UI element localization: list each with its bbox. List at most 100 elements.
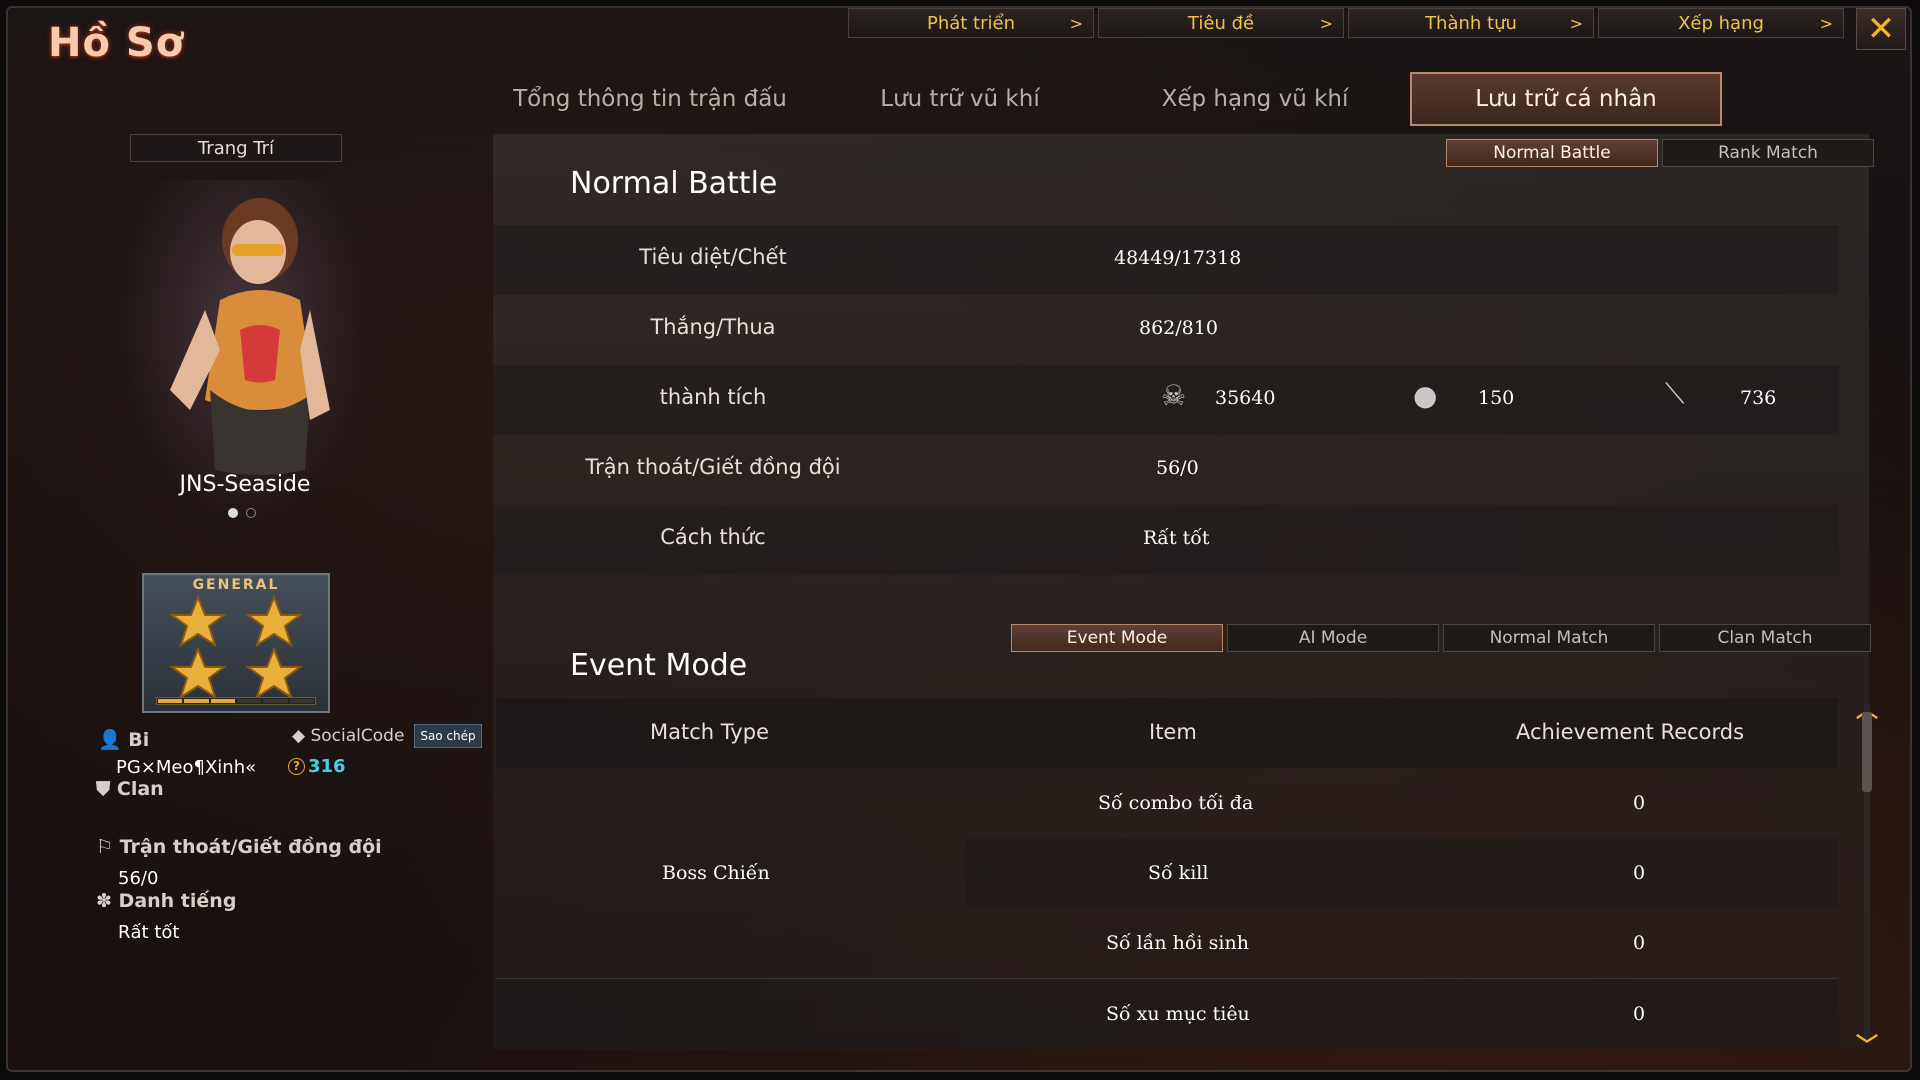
achievement-grenades: 150 bbox=[1478, 387, 1515, 409]
table-row: Số lần hồi sinh 0 bbox=[496, 908, 1838, 978]
clan-label-text: Clan bbox=[116, 778, 164, 800]
rank-stars-icon bbox=[171, 596, 301, 698]
table-cell-record: 0 bbox=[1633, 932, 1646, 954]
top-tab-bar: Phát triển > Tiêu đề > Thành tựu > Xếp h… bbox=[848, 8, 1844, 38]
tab-event-mode[interactable]: Event Mode bbox=[1011, 624, 1223, 652]
window-title: Hồ Sơ bbox=[48, 20, 185, 66]
copy-button[interactable]: Sao chép bbox=[414, 724, 482, 748]
player-name: PG×Meo¶Xinh« bbox=[116, 757, 257, 778]
stat-label: Tiêu diệt/Chết bbox=[639, 245, 787, 269]
stat-row: Cách thức Rất tốt bbox=[493, 505, 1839, 575]
event-table-header: Match Type Item Achievement Records bbox=[496, 698, 1838, 768]
table-cell-item: Số kill bbox=[1148, 862, 1209, 884]
stat-row: Tiêu diệt/Chết 48449/17318 bbox=[493, 225, 1839, 295]
tab-titles[interactable]: Tiêu đề > bbox=[1098, 8, 1344, 38]
tab-development[interactable]: Phát triển > bbox=[848, 8, 1094, 38]
tab-personal-storage[interactable]: Lưu trữ cá nhân bbox=[1410, 72, 1722, 126]
rank-progress-segment bbox=[263, 699, 288, 703]
rank-progress-segment bbox=[289, 699, 314, 703]
stat-label: Cách thức bbox=[660, 525, 766, 549]
tab-rank-match[interactable]: Rank Match bbox=[1662, 139, 1874, 167]
row-shade bbox=[966, 838, 1838, 908]
rank-badge: GENERAL bbox=[142, 573, 330, 713]
reputation-value: Rất tốt bbox=[118, 922, 180, 943]
stat-label: Thắng/Thua bbox=[650, 315, 776, 339]
stat-value: 56/0 bbox=[1156, 457, 1199, 479]
player-label: 👤 Bi bbox=[98, 728, 149, 751]
table-cell-record: 0 bbox=[1633, 792, 1646, 814]
character-name: JNS-Seaside bbox=[179, 472, 311, 497]
tab-clan-match[interactable]: Clan Match bbox=[1659, 624, 1871, 652]
main-tab-bar: Tổng thông tin trận đấu Lưu trữ vũ khí X… bbox=[480, 72, 1722, 126]
reputation-label: ✽ Danh tiếng bbox=[96, 890, 236, 912]
tab-ranking-label: Xếp hạng bbox=[1678, 12, 1764, 34]
table-row: Boss Chiến Số kill 0 bbox=[496, 838, 1838, 908]
chevron-right-icon: > bbox=[1819, 13, 1833, 33]
skin-pager bbox=[228, 508, 256, 518]
table-cell-item: Số xu mục tiêu bbox=[1106, 1003, 1250, 1025]
table-row: Số combo tối đa 0 bbox=[496, 768, 1838, 838]
escape-label-text: Trận thoát/Giết đồng đội bbox=[119, 836, 382, 858]
close-button[interactable]: ✕ bbox=[1856, 8, 1906, 50]
tab-titles-label: Tiêu đề bbox=[1187, 12, 1255, 34]
stat-row: Trận thoát/Giết đồng đội 56/0 bbox=[493, 435, 1839, 505]
pager-dot-active[interactable] bbox=[228, 508, 238, 518]
clan-label: ⛊ Clan bbox=[96, 778, 164, 800]
tab-battle-summary[interactable]: Tổng thông tin trận đấu bbox=[480, 72, 820, 126]
tab-weapon-ranking[interactable]: Xếp hạng vũ khí bbox=[1100, 72, 1410, 126]
table-cell-item: Số combo tối đa bbox=[1098, 792, 1254, 814]
tab-normal-battle[interactable]: Normal Battle bbox=[1446, 139, 1658, 167]
escape-label: ⚐ Trận thoát/Giết đồng đội bbox=[96, 836, 382, 858]
stat-row: thành tích ☠ 35640 ● 150 ⟍ 736 bbox=[493, 365, 1839, 435]
decoration-button[interactable]: Trang Trí bbox=[130, 134, 342, 162]
escape-value: 56/0 bbox=[118, 868, 159, 889]
table-cell-record: 0 bbox=[1633, 1003, 1646, 1025]
column-header-achievement-records: Achievement Records bbox=[1516, 720, 1745, 744]
clan-icon: ⛊ bbox=[96, 778, 111, 800]
table-cell-record: 0 bbox=[1633, 862, 1646, 884]
coin-value: 316 bbox=[308, 756, 346, 777]
tab-normal-match[interactable]: Normal Match bbox=[1443, 624, 1655, 652]
knife-icon: ⟍ bbox=[1665, 377, 1685, 410]
tab-ranking[interactable]: Xếp hạng > bbox=[1598, 8, 1844, 38]
social-code-text: SocialCode bbox=[310, 726, 405, 746]
column-header-match-type: Match Type bbox=[650, 720, 769, 744]
rank-progress-segment bbox=[236, 699, 262, 703]
tab-development-label: Phát triển bbox=[926, 12, 1015, 34]
stat-value: 48449/17318 bbox=[1114, 247, 1242, 269]
rank-progress-segment bbox=[210, 699, 235, 703]
social-code-label: ◆ SocialCode bbox=[292, 726, 404, 746]
table-cell-match-type: Boss Chiến bbox=[662, 862, 770, 884]
player-label-text: Bi bbox=[128, 729, 150, 751]
stat-label: thành tích bbox=[659, 385, 767, 409]
stat-label: Trận thoát/Giết đồng đội bbox=[585, 455, 841, 479]
scroll-down-icon[interactable]: ﹀ bbox=[1856, 1028, 1878, 1060]
coin-balance: ? 316 bbox=[288, 756, 346, 777]
tab-ai-mode[interactable]: AI Mode bbox=[1227, 624, 1439, 652]
rank-progress-segment bbox=[184, 699, 209, 703]
user-icon: 👤 bbox=[98, 729, 122, 751]
achievement-kills: 35640 bbox=[1215, 387, 1276, 409]
rank-progress-bar bbox=[156, 697, 316, 705]
tab-weapon-storage[interactable]: Lưu trữ vũ khí bbox=[820, 72, 1100, 126]
coin-icon: ? bbox=[288, 758, 305, 775]
rank-title: GENERAL bbox=[192, 577, 280, 593]
table-cell-item: Số lần hồi sinh bbox=[1106, 932, 1249, 954]
skull-crossbones-icon: ☠ bbox=[1161, 379, 1187, 412]
chevron-right-icon: > bbox=[1319, 13, 1333, 33]
tab-achievements[interactable]: Thành tựu > bbox=[1348, 8, 1594, 38]
column-header-item: Item bbox=[1149, 720, 1197, 744]
social-code-icon: ◆ bbox=[292, 726, 306, 746]
close-icon: ✕ bbox=[1866, 9, 1896, 49]
normal-battle-title: Normal Battle bbox=[570, 166, 778, 201]
stat-value: Rất tốt bbox=[1143, 527, 1210, 549]
stat-value: 862/810 bbox=[1139, 317, 1218, 339]
scrollbar-thumb[interactable] bbox=[1862, 712, 1872, 792]
chevron-right-icon: > bbox=[1569, 13, 1583, 33]
grenade-icon: ● bbox=[1413, 379, 1438, 412]
pager-dot[interactable] bbox=[246, 508, 256, 518]
runner-icon: ⚐ bbox=[96, 836, 114, 858]
stat-row: Thắng/Thua 862/810 bbox=[493, 295, 1839, 365]
reputation-label-text: Danh tiếng bbox=[118, 890, 237, 912]
rank-progress-segment bbox=[158, 699, 183, 703]
